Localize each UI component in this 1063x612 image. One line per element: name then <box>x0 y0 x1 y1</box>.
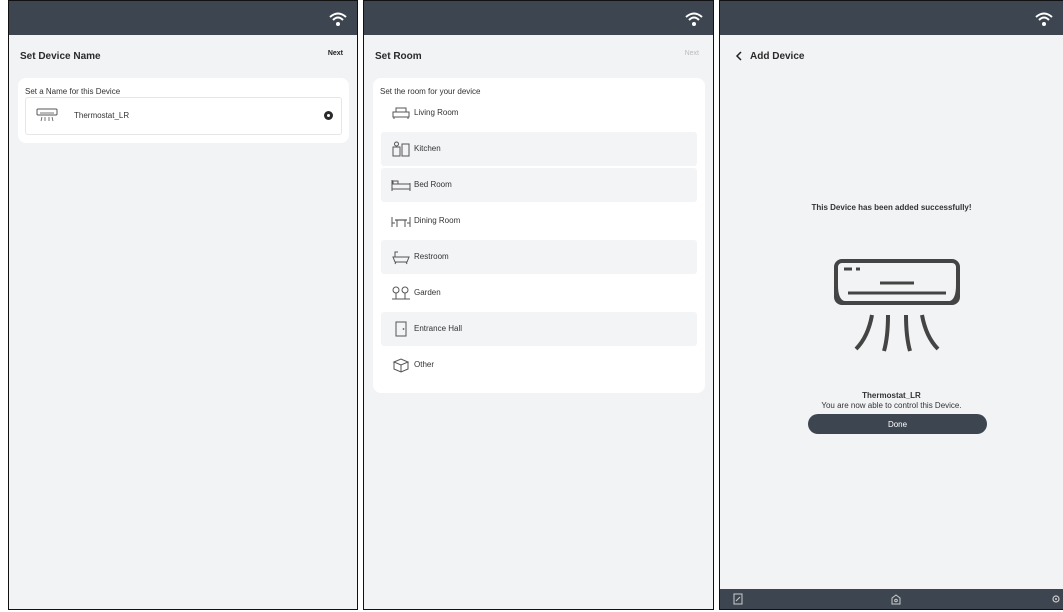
card-label: Set the room for your device <box>380 87 481 96</box>
device-name: Thermostat_LR <box>862 391 921 400</box>
wifi-icon <box>1035 12 1053 26</box>
wifi-icon <box>685 12 703 26</box>
header: Set Room Next <box>364 35 713 75</box>
room-label: Bed Room <box>414 180 452 189</box>
room-item-kitchen[interactable]: Kitchen <box>381 132 697 166</box>
device-name-card: Set a Name for this Device Thermostat_LR <box>18 78 349 143</box>
bottom-navigation-bar <box>720 589 1063 609</box>
set-room-screen: Set Room Next Set the room for your devi… <box>363 0 714 610</box>
room-label: Dining Room <box>414 216 461 225</box>
garden-icon <box>392 286 410 300</box>
home-device-icon[interactable] <box>890 593 902 605</box>
card-label: Set a Name for this Device <box>25 87 121 96</box>
air-conditioner-icon <box>36 108 58 122</box>
header: Add Device <box>720 35 1063 75</box>
room-item-bed-room[interactable]: Bed Room <box>381 168 697 202</box>
room-item-other[interactable]: Other <box>381 348 697 382</box>
status-bar <box>720 1 1063 35</box>
box-icon <box>392 358 410 373</box>
bed-icon <box>391 180 411 191</box>
sofa-icon <box>392 107 410 119</box>
control-message: You are now able to control this Device. <box>821 401 962 410</box>
kitchen-icon <box>392 141 410 157</box>
room-label: Other <box>414 360 435 369</box>
room-card: Set the room for your device Living Room <box>373 78 705 393</box>
next-button[interactable]: Next <box>685 50 699 57</box>
room-label: Entrance Hall <box>414 324 463 333</box>
done-button[interactable]: Done <box>808 414 987 434</box>
room-label: Restroom <box>414 252 449 261</box>
room-item-restroom[interactable]: Restroom <box>381 240 697 274</box>
status-bar <box>9 1 357 35</box>
page-title: Add Device <box>750 51 805 62</box>
wifi-icon <box>329 12 347 26</box>
page-title: Set Device Name <box>20 51 101 62</box>
add-device-success-screen: Add Device This Device has been added su… <box>719 0 1063 610</box>
door-icon <box>395 321 407 337</box>
room-item-dining-room[interactable]: Dining Room <box>381 204 697 238</box>
settings-gear-icon[interactable] <box>1050 593 1062 605</box>
content-sheet: Set Room Next Set the room for your devi… <box>364 35 713 609</box>
device-name-input[interactable]: Thermostat_LR <box>25 97 342 135</box>
room-item-entrance-hall[interactable]: Entrance Hall <box>381 312 697 346</box>
set-device-name-screen: Set Device Name Next Set a Name for this… <box>8 0 358 610</box>
dining-table-icon <box>391 217 411 227</box>
device-name-value: Thermostat_LR <box>74 111 130 120</box>
room-item-garden[interactable]: Garden <box>381 276 697 310</box>
content-sheet: Add Device This Device has been added su… <box>720 35 1063 609</box>
room-label: Living Room <box>414 108 459 117</box>
bathtub-icon <box>392 251 410 265</box>
clear-input-icon[interactable] <box>324 111 333 120</box>
air-conditioner-icon <box>834 259 960 352</box>
page-title: Set Room <box>375 51 422 62</box>
status-bar <box>364 1 713 35</box>
edit-document-icon[interactable] <box>732 593 744 605</box>
room-label: Garden <box>414 288 441 297</box>
next-button[interactable]: Next <box>328 50 343 57</box>
back-arrow-icon[interactable] <box>735 51 743 61</box>
room-label: Kitchen <box>414 144 441 153</box>
room-item-living-room[interactable]: Living Room <box>381 96 697 130</box>
content-sheet: Set Device Name Next Set a Name for this… <box>9 35 357 609</box>
success-message: This Device has been added successfully! <box>811 203 972 212</box>
header: Set Device Name Next <box>9 35 357 75</box>
